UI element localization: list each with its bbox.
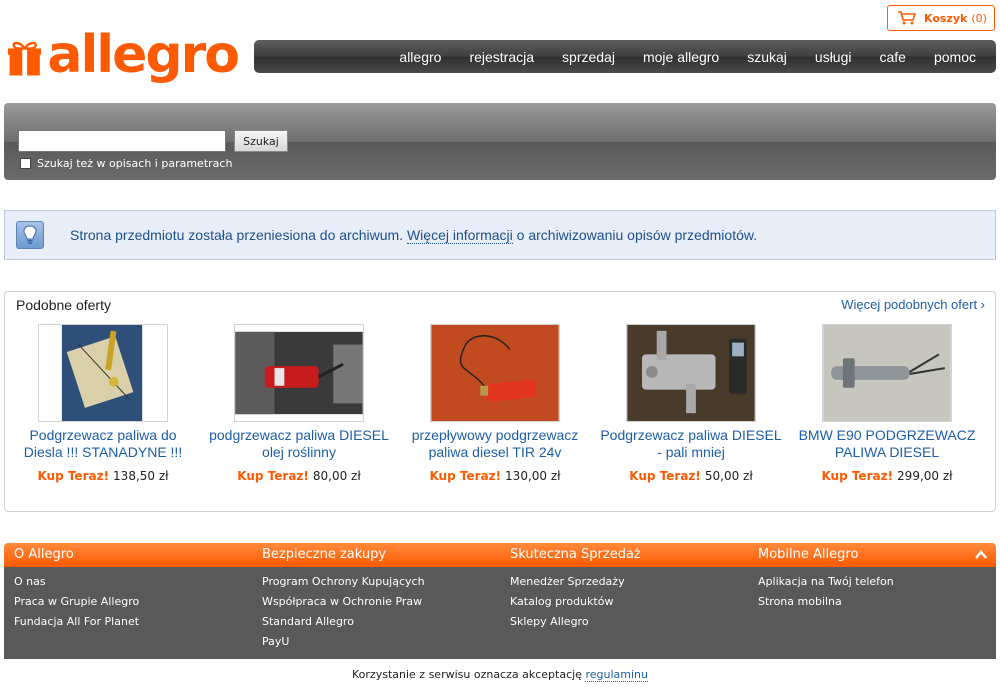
cart-icon (898, 11, 916, 25)
footer-link[interactable]: Fundacja All For Planet (14, 615, 139, 635)
nav-cafe[interactable]: cafe (880, 49, 906, 65)
footer-column: Aplikacja na Twój telefon Strona mobilna (758, 575, 894, 615)
terms-link[interactable]: regulaminu (585, 668, 648, 682)
offer-price: Kup Teraz! 50,00 zł (596, 469, 786, 483)
footer-links: O nas Praca w Grupie Allegro Fundacja Al… (4, 567, 996, 659)
main-nav: allegro rejestracja sprzedaj moje allegr… (254, 40, 996, 73)
search-descriptions-option[interactable]: Szukaj też w opisach i parametrach (20, 157, 232, 170)
buy-now-label[interactable]: Kup Teraz! (629, 469, 701, 483)
cart-label: Koszyk (924, 11, 968, 25)
allegro-logo[interactable]: allegro (8, 25, 240, 89)
buy-now-label[interactable]: Kup Teraz! (429, 469, 501, 483)
footer-link[interactable]: Menedżer Sprzedaży (510, 575, 625, 595)
footer-header: O Allegro Bezpieczne zakupy Skuteczna Sp… (4, 543, 996, 567)
nav-rejestracja[interactable]: rejestracja (469, 49, 534, 65)
search-descriptions-label: Szukaj też w opisach i parametrach (37, 157, 233, 170)
footer-column-title: O Allegro (14, 547, 74, 562)
more-similar-offers-link[interactable]: Więcej podobnych ofert › (841, 297, 985, 312)
nav-sprzedaj[interactable]: sprzedaj (562, 49, 615, 65)
price-value: 50,00 zł (704, 469, 753, 483)
footer-column: Program Ochrony Kupujących Współpraca w … (262, 575, 425, 655)
more-info-link[interactable]: Więcej informacji (406, 227, 513, 244)
footer-link[interactable]: Strona mobilna (758, 595, 894, 615)
similar-offers-title: Podobne oferty (16, 297, 111, 313)
footer-column-title: Bezpieczne zakupy (262, 547, 387, 562)
offer-title[interactable]: Podgrzewacz paliwa DIESEL - pali mniej (596, 427, 786, 461)
footer-link[interactable]: Współpraca w Ochronie Praw (262, 595, 425, 615)
offer-price: Kup Teraz! 80,00 zł (204, 469, 394, 483)
nav-pomoc[interactable]: pomoc (934, 49, 976, 65)
offer-card: BMW E90 PODGRZEWACZ PALIWA DIESEL Kup Te… (792, 324, 982, 483)
footer-link[interactable]: Sklepy Allegro (510, 615, 625, 635)
footer-column: O nas Praca w Grupie Allegro Fundacja Al… (14, 575, 139, 635)
offer-card: przepływowy podgrzewacz paliwa diesel TI… (400, 324, 590, 483)
buy-now-label[interactable]: Kup Teraz! (37, 469, 109, 483)
chevron-up-icon[interactable] (974, 548, 988, 562)
archive-notice-text-before: Strona przedmiotu została przeniesiona d… (70, 227, 407, 243)
offer-title[interactable]: BMW E90 PODGRZEWACZ PALIWA DIESEL (792, 427, 982, 461)
footer-column-title: Skuteczna Sprzedaż (510, 547, 641, 562)
nav-allegro[interactable]: allegro (399, 49, 441, 65)
footer-link[interactable]: PayU (262, 635, 425, 655)
nav-szukaj[interactable]: szukaj (747, 49, 787, 65)
footer-link[interactable]: Praca w Grupie Allegro (14, 595, 139, 615)
terms-text: Korzystanie z serwisu oznacza akceptację (352, 668, 586, 681)
cart-button[interactable]: Koszyk (0) (887, 5, 995, 31)
price-value: 138,50 zł (113, 469, 169, 483)
price-value: 299,00 zł (897, 469, 953, 483)
search-input[interactable] (18, 130, 226, 152)
offer-image[interactable] (234, 324, 364, 422)
footer-link[interactable]: O nas (14, 575, 139, 595)
offer-price: Kup Teraz! 299,00 zł (792, 469, 982, 483)
offer-title[interactable]: podgrzewacz paliwa DIESEL olej roślinny (204, 427, 394, 461)
footer-link[interactable]: Standard Allegro (262, 615, 425, 635)
offer-image[interactable] (430, 324, 560, 422)
offer-image[interactable] (626, 324, 756, 422)
similar-offers: Podobne oferty Więcej podobnych ofert › … (4, 291, 996, 512)
lightbulb-icon (16, 221, 44, 249)
offer-title[interactable]: Podgrzewacz paliwa do Diesla !!! STANADY… (8, 427, 198, 461)
search-descriptions-checkbox[interactable] (20, 158, 31, 169)
search-band: Szukaj Szukaj też w opisach i parametrac… (4, 103, 996, 180)
offer-card: Podgrzewacz paliwa DIESEL - pali mniej K… (596, 324, 786, 483)
search-button[interactable]: Szukaj (234, 130, 288, 152)
price-value: 80,00 zł (312, 469, 361, 483)
nav-uslugi[interactable]: usługi (815, 49, 852, 65)
offer-title[interactable]: przepływowy podgrzewacz paliwa diesel TI… (400, 427, 590, 461)
footer-column-title: Mobilne Allegro (758, 547, 859, 562)
nav-moje-allegro[interactable]: moje allegro (643, 49, 719, 65)
terms-notice: Korzystanie z serwisu oznacza akceptację… (0, 668, 1000, 682)
offer-image[interactable] (38, 324, 168, 422)
buy-now-label[interactable]: Kup Teraz! (237, 469, 309, 483)
buy-now-label[interactable]: Kup Teraz! (821, 469, 893, 483)
archive-notice-text-after: o archiwizowaniu opisów przedmiotów. (512, 227, 758, 243)
footer-column: Menedżer Sprzedaży Katalog produktów Skl… (510, 575, 625, 635)
footer-link[interactable]: Aplikacja na Twój telefon (758, 575, 894, 595)
offer-image[interactable] (822, 324, 952, 422)
archive-notice: Strona przedmiotu została przeniesiona d… (4, 210, 996, 260)
footer-link[interactable]: Program Ochrony Kupujących (262, 575, 425, 595)
offer-card: podgrzewacz paliwa DIESEL olej roślinny … (204, 324, 394, 483)
logo-text: allegro (47, 25, 240, 85)
cart-count: (0) (971, 11, 987, 25)
offer-card: Podgrzewacz paliwa do Diesla !!! STANADY… (8, 324, 198, 483)
offer-price: Kup Teraz! 130,00 zł (400, 469, 590, 483)
footer-link[interactable]: Katalog produktów (510, 595, 625, 615)
price-value: 130,00 zł (505, 469, 561, 483)
archive-notice-text: Strona przedmiotu została przeniesiona d… (70, 227, 758, 244)
offer-price: Kup Teraz! 138,50 zł (8, 469, 198, 483)
gift-logo-icon (8, 41, 42, 76)
